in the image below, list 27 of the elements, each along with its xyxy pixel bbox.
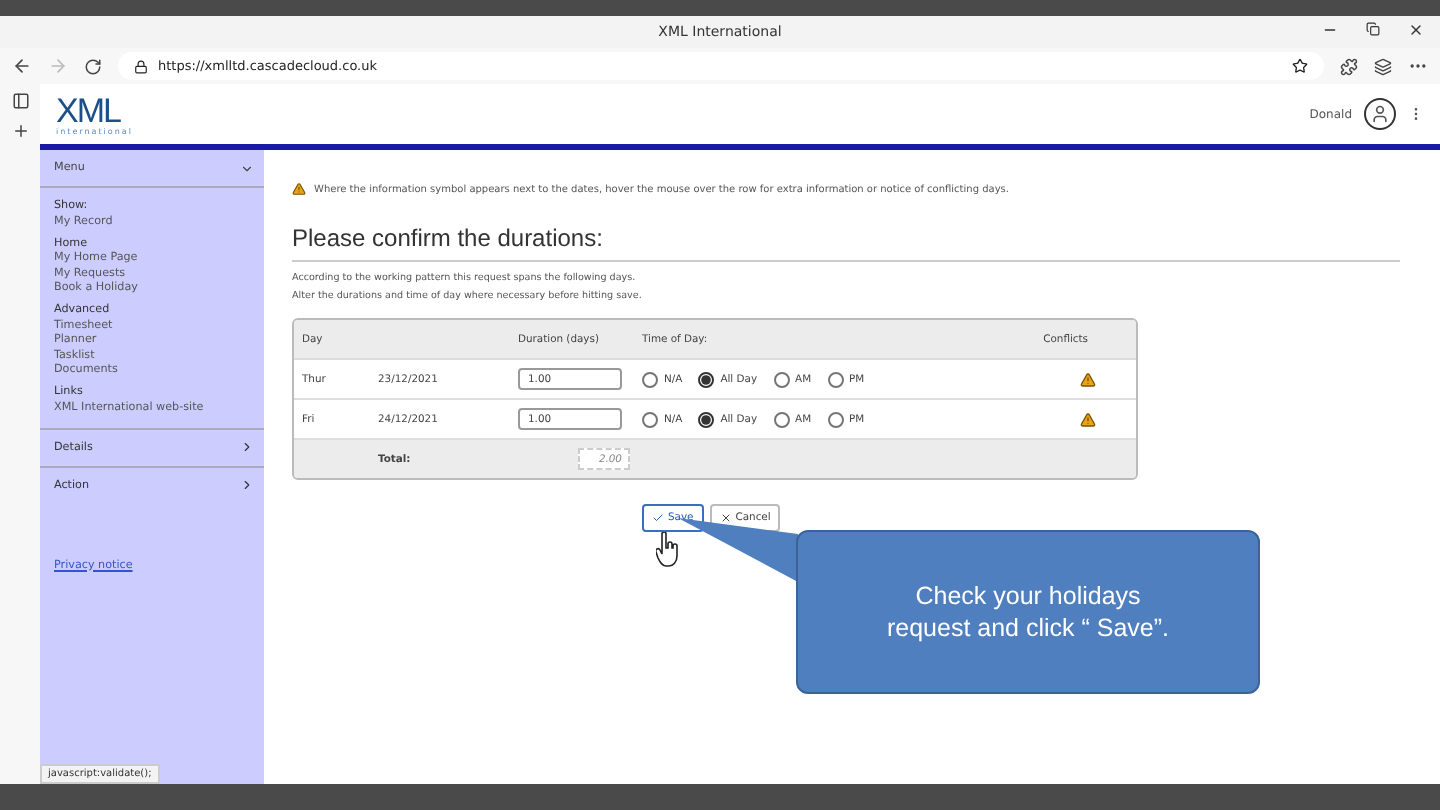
back-icon[interactable] [12,56,32,76]
chevron-right-icon [240,478,254,492]
check-icon [652,512,664,524]
radio-button[interactable] [698,411,715,427]
callout: Check your holidays request and click “ Save”. [796,530,1260,694]
puzzle-icon[interactable] [1340,57,1358,75]
close-icon [719,512,732,524]
radio-button[interactable] [642,371,658,387]
user-icon[interactable] [1364,98,1396,130]
page-heading: Please confirm the durations: [292,224,1400,262]
radio-button[interactable] [773,411,790,427]
close-icon[interactable] [1408,22,1424,38]
radio-button[interactable] [827,371,844,387]
warning-icon [292,182,306,196]
refresh-icon[interactable] [84,57,102,75]
restore-icon[interactable] [1366,22,1380,38]
radio-button[interactable] [773,371,790,387]
chevron-down-icon [240,161,254,175]
hand-cursor-icon [656,532,680,568]
radio-button[interactable] [698,371,715,387]
add-icon[interactable] [11,122,29,140]
sidebar-icon[interactable] [11,92,29,110]
radio-button[interactable] [827,411,844,427]
collections-icon[interactable] [1374,57,1392,75]
radio-button[interactable] [642,411,658,427]
callout-pointer [678,518,802,582]
chevron-right-icon [240,440,254,454]
